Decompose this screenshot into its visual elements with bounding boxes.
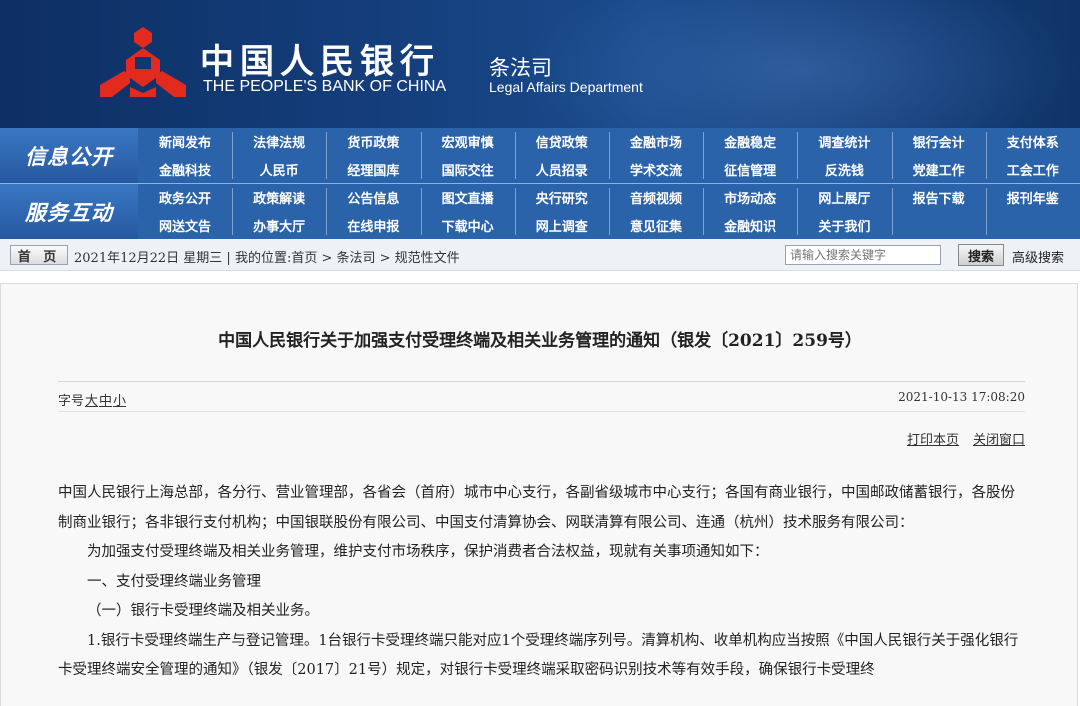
font-large-link[interactable]: 大 [85,394,98,409]
nav-item[interactable]: 信贷政策 [515,128,609,155]
nav-item[interactable]: 支付体系 [986,128,1080,155]
nav-item[interactable]: 反洗钱 [797,156,891,183]
close-window-link[interactable]: 关闭窗口 [973,433,1025,448]
nav-item[interactable]: 党建工作 [892,156,986,183]
nav-item[interactable]: 下载中心 [421,212,515,239]
nav-divider [609,188,610,235]
paragraph: 为加强支付受理终端及相关业务管理，维护支付市场秩序，保护消费者合法权益，现就有关… [87,544,769,560]
nav-divider [326,132,328,179]
nav-item[interactable]: 经理国库 [326,156,420,183]
dept-name-en: Legal Affairs Department [489,79,643,95]
main-nav: 信息公开 新闻发布 法律法规 货币政策 宏观审慎 信贷政策 金融市场 金融稳定 调查统计 银行会计… [0,128,1080,239]
nav-item[interactable]: 工会工作 [986,156,1080,183]
nav-item[interactable]: 政务公开 [138,184,232,211]
nav-item[interactable]: 报刊年鉴 [986,184,1080,211]
nav-item[interactable]: 征信管理 [703,156,797,183]
article-actions: 打印本页 关闭窗口 [781,429,1025,448]
divider [58,411,1025,412]
nav-divider [232,188,234,235]
nav-item[interactable]: 报告下载 [892,184,986,211]
nav-divider [609,132,610,179]
home-button[interactable]: 首 页 [10,245,68,265]
nav-divider [797,132,799,179]
paragraph: 一、支付受理终端业务管理 [87,573,261,590]
nav-divider [891,188,893,235]
dept-name-cn: 条法司 [489,56,552,80]
nav-item[interactable]: 货币政策 [326,128,420,155]
nav-item[interactable]: 办事大厅 [232,212,326,239]
header-banner: 中国人民银行 THE PEOPLE'S BANK OF CHINA 条法司 Le… [0,0,1080,128]
nav-divider [420,132,422,179]
nav-item[interactable]: 意见征集 [609,212,703,239]
nav-divider [985,132,987,179]
nav-item[interactable]: 政策解读 [232,184,326,211]
nav-divider [514,188,516,235]
breadcrumb: 2021年12月22日 星期三 | 我的位置:首页 > 条法司 > 规范性文件 [74,251,460,266]
nav-item[interactable]: 关于我们 [797,212,891,239]
nav-item[interactable]: 法律法规 [232,128,326,155]
nav-divider [703,188,705,235]
nav-item[interactable]: 网上调查 [515,212,609,239]
nav-item[interactable]: 网送文告 [138,212,232,239]
publish-datetime: 2021-10-13 17:08:20 [898,390,1025,404]
nav-item[interactable]: 金融知识 [703,212,797,239]
nav-item[interactable]: 新闻发布 [138,128,232,155]
nav-divider [326,188,328,235]
nav-item[interactable]: 公告信息 [326,184,420,211]
nav-item[interactable]: 央行研究 [515,184,609,211]
nav-item[interactable]: 在线申报 [326,212,420,239]
nav-section-label[interactable]: 信息公开 [0,128,138,183]
nav-divider [797,188,799,235]
nav-item[interactable]: 网上展厅 [797,184,891,211]
font-medium-link[interactable]: 中 [99,394,112,409]
brand-name-en: THE PEOPLE'S BANK OF CHINA [203,78,447,95]
nav-item[interactable]: 金融市场 [609,128,703,155]
nav-divider [514,132,516,179]
nav-item[interactable]: 图文直播 [421,184,515,211]
nav-divider [420,188,422,235]
divider [58,381,1025,382]
font-size-selector: 字号大中小 [58,390,126,409]
nav-item[interactable]: 市场动态 [703,184,797,211]
search-button[interactable]: 搜索 [958,244,1004,266]
breadcrumb-bar: 首 页 2021年12月22日 星期三 | 我的位置:首页 > 条法司 > 规范… [0,239,1080,271]
print-link[interactable]: 打印本页 [907,433,959,448]
pboc-logo-icon [100,27,186,97]
nav-item[interactable]: 人员招录 [515,156,609,183]
article-body: 中国人民银行上海总部，各分行、营业管理部，各省会（首府）城市中心支行，各副省级城… [58,479,1026,686]
article-title: 中国人民银行关于加强支付受理终端及相关业务管理的通知（银发〔2021〕259号） [218,331,862,351]
nav-item[interactable]: 金融稳定 [703,128,797,155]
nav-divider [985,188,987,235]
nav-item[interactable]: 调查统计 [797,128,891,155]
nav-item[interactable]: 银行会计 [892,128,986,155]
nav-section-1: 服务互动 政务公开 政策解读 公告信息 图文直播 央行研究 音频视频 市场动态 网上展厅 报告下载… [0,184,1080,239]
nav-divider [891,132,893,179]
font-small-link[interactable]: 小 [113,394,126,409]
banner-glow [520,0,1080,128]
nav-section-label[interactable]: 服务互动 [0,184,138,239]
nav-item[interactable]: 国际交往 [421,156,515,183]
nav-item[interactable]: 宏观审慎 [421,128,515,155]
nav-divider [703,132,705,179]
nav-section-0: 信息公开 新闻发布 法律法规 货币政策 宏观审慎 信贷政策 金融市场 金融稳定 调查统计 银行会计… [0,128,1080,183]
advanced-search-link[interactable]: 高级搜索 [1012,247,1064,266]
article-panel: 中国人民银行关于加强支付受理终端及相关业务管理的通知（银发〔2021〕259号）… [0,283,1078,706]
search-input[interactable] [785,245,941,265]
paragraph: （一）银行卡受理终端及相关业务。 [87,603,319,619]
brand-name-cn: 中国人民银行 [200,42,440,82]
nav-item[interactable]: 人民币 [232,156,326,183]
nav-item[interactable]: 音频视频 [609,184,703,211]
nav-item[interactable]: 学术交流 [609,156,703,183]
paragraph: 中国人民银行上海总部，各分行、营业管理部，各省会（首府）城市中心支行，各副省级城… [58,485,1015,531]
nav-item[interactable]: 金融科技 [138,156,232,183]
nav-divider [232,132,234,179]
font-size-label: 字号 [58,394,85,409]
paragraph: 1.银行卡受理终端生产与登记管理。1台银行卡受理终端只能对应1个受理终端序列号。… [58,632,1019,679]
